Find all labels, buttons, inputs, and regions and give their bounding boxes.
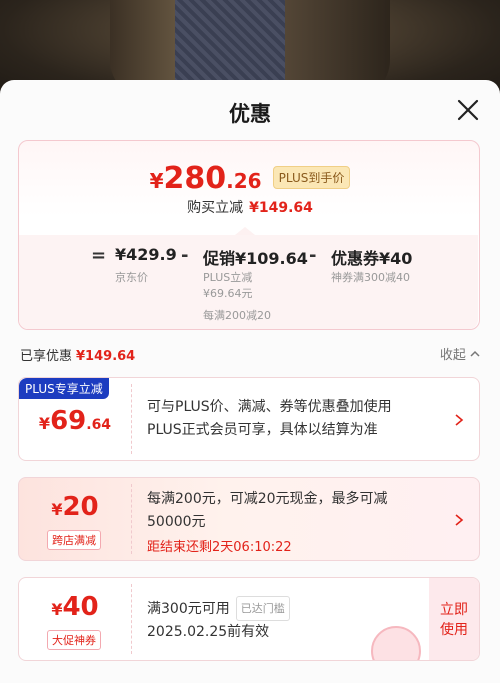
coupon-desc-line1: 满300元可用 已达门槛 <box>147 596 447 621</box>
close-icon <box>457 99 479 121</box>
coupon-tag: 大促神券 <box>47 630 101 650</box>
coupon-amount: ¥40 <box>19 592 131 622</box>
cross-store-desc-line1: 每满200元，可减20元现金，最多可减 <box>147 491 388 507</box>
price-currency: ¥ <box>149 169 164 193</box>
plus-desc-line2: PLUS正式会员可享，具体以结算为准 <box>147 422 378 438</box>
price-summary: ¥280.26 PLUS到手价 购买立减 ¥149.64 = ¥429.9 京东价… <box>18 140 480 330</box>
use-now-label-bottom: 使用 <box>440 622 468 638</box>
cross-store-amount: ¥20 <box>19 492 131 522</box>
promo-detail-amount: ¥69.64元 <box>203 287 253 300</box>
cross-store-desc-line2: 50000元 <box>147 514 206 530</box>
total-discount-line: 购买立减 ¥149.64 <box>19 197 481 217</box>
plus-price-tag: PLUS到手价 <box>272 166 351 189</box>
jd-price-value: ¥429.9 <box>115 245 177 264</box>
breakdown-notch <box>235 227 255 235</box>
currency: ¥ <box>51 600 63 619</box>
countdown-timer: 距结束还剩2天06:10:22 <box>147 540 292 555</box>
enjoyed-label: 已享优惠 <box>20 349 73 364</box>
equals-sign: = <box>91 245 107 266</box>
coupon-label: 优惠券 <box>331 249 380 268</box>
coupon-card: ¥40 大促神券 满300元可用 已达门槛 2025.02.25前有效 立即 使用 <box>18 577 480 661</box>
cross-store-tag: 跨店满减 <box>47 530 101 550</box>
total-discount-label: 购买立减 <box>187 200 244 216</box>
coupon-condition: 满300元可用 <box>147 601 230 617</box>
price-integer: 280 <box>163 161 227 196</box>
enjoyed-value: ¥149.64 <box>76 349 136 364</box>
price-breakdown: = ¥429.9 京东价 - 促销¥109.64 PLUS立减 ¥69.64元 … <box>19 235 478 329</box>
discount-sheet: 优惠 ¥280.26 PLUS到手价 购买立减 ¥149.64 = ¥429.9 … <box>0 80 500 683</box>
card-divider <box>131 384 132 454</box>
card-divider <box>131 584 132 654</box>
collapse-button[interactable]: 收起 <box>440 344 480 363</box>
price-decimal: .26 <box>226 169 262 193</box>
promo-label: 促销 <box>203 249 236 268</box>
plus-desc-line1: 可与PLUS价、满减、券等优惠叠加使用 <box>147 399 392 415</box>
total-discount-value: ¥149.64 <box>249 200 313 216</box>
promo-detail-threshold: 每满200减20 <box>203 309 271 322</box>
cross-store-description: 每满200元，可减20元现金，最多可减 50000元 <box>147 488 447 534</box>
plus-badge: PLUS专享立减 <box>19 378 109 399</box>
promo-detail-plus: PLUS立减 <box>203 271 253 284</box>
chevron-right-icon[interactable] <box>453 514 465 526</box>
cross-store-discount-card[interactable]: ¥20 跨店满减 每满200元，可减20元现金，最多可减 50000元 距结束还… <box>18 477 480 561</box>
close-button[interactable] <box>456 98 480 122</box>
collapse-label: 收起 <box>439 348 466 363</box>
use-now-label-top: 立即 <box>440 602 468 618</box>
plus-discount-amount: ¥69.64 <box>19 406 131 436</box>
enjoyed-discount: 已享优惠 ¥149.64 <box>20 345 135 364</box>
chevron-right-icon[interactable] <box>453 414 465 426</box>
minus-sign-2: - <box>309 245 317 266</box>
plus-discount-card[interactable]: PLUS专享立减 ¥69.64 可与PLUS价、满减、券等优惠叠加使用 PLUS… <box>18 377 480 461</box>
chevron-up-icon <box>470 350 480 357</box>
sheet-title: 优惠 <box>229 102 271 126</box>
currency: ¥ <box>38 414 51 433</box>
use-now-button[interactable]: 立即 使用 <box>429 600 479 640</box>
amount-integer: 40 <box>62 592 99 622</box>
minus-sign-1: - <box>181 245 189 266</box>
use-now-column: 立即 使用 <box>429 578 479 660</box>
plus-description: 可与PLUS价、满减、券等优惠叠加使用 PLUS正式会员可享，具体以结算为准 <box>147 396 447 442</box>
coupon-detail: 神券满300减40 <box>331 271 410 284</box>
threshold-reached-tag: 已达门槛 <box>235 596 290 621</box>
amount-integer: 20 <box>62 492 99 522</box>
promo-line: 促销¥109.64 <box>203 245 308 269</box>
amount-integer: 69 <box>50 406 87 436</box>
coupon-value: ¥40 <box>379 249 413 268</box>
currency: ¥ <box>51 500 63 519</box>
coupon-line: 优惠券¥40 <box>331 245 412 269</box>
final-price: ¥280.26 PLUS到手价 <box>19 161 481 196</box>
promo-value: ¥109.64 <box>235 249 308 268</box>
card-divider <box>131 484 132 554</box>
amount-decimal: .64 <box>86 417 112 433</box>
jd-price-label: 京东价 <box>115 271 148 284</box>
